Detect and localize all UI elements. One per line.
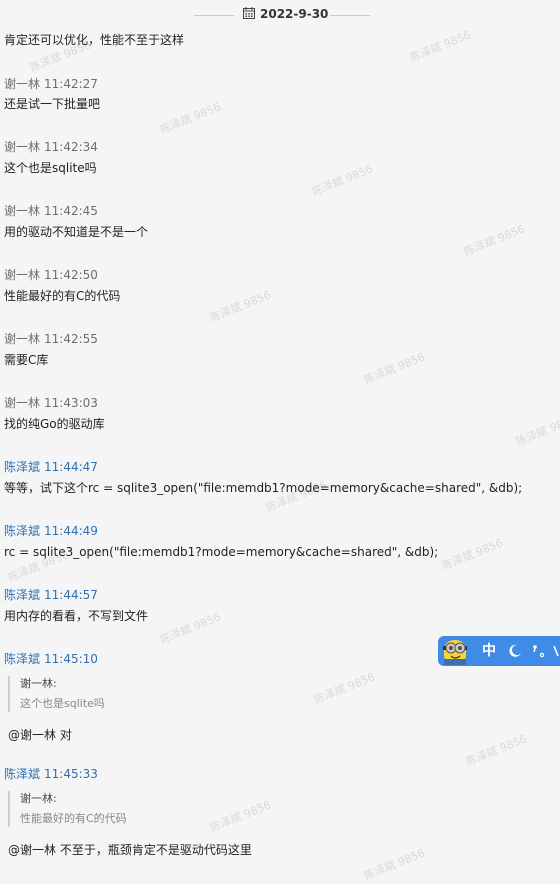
- sender-name[interactable]: 陈泽斌: [4, 767, 40, 781]
- message-time: 11:44:47: [44, 460, 98, 474]
- message-header: 陈泽斌 11:45:33: [4, 766, 98, 782]
- quoted-message[interactable]: 谢一林: 这个也是sqlite吗: [8, 676, 320, 712]
- sender-name[interactable]: 谢一林: [4, 204, 40, 218]
- punctuation-icon[interactable]: [532, 644, 546, 658]
- quote-author: 谢一林:: [20, 677, 57, 690]
- message-header: 陈泽斌 11:44:47: [4, 459, 98, 475]
- message-text: rc = sqlite3_open("file:memdb1?mode=memo…: [4, 545, 439, 559]
- date-label: 2022-9-30: [260, 7, 329, 21]
- divider-line: [330, 15, 370, 16]
- watermark: 陈泽斌 9856: [464, 732, 529, 769]
- message-header: 谢一林 11:42:55: [4, 331, 98, 347]
- message-header: 陈泽斌 11:45:10: [4, 651, 98, 667]
- sender-name[interactable]: 陈泽斌: [4, 652, 40, 666]
- message-time: 11:42:45: [44, 204, 98, 218]
- sender-name[interactable]: 谢一林: [4, 332, 40, 346]
- message-header: 谢一林 11:43:03: [4, 395, 98, 411]
- watermark: 陈泽斌 9856: [462, 222, 527, 259]
- message-text: 用的驱动不知道是不是一个: [4, 225, 149, 239]
- sender-name[interactable]: 陈泽斌: [4, 588, 40, 602]
- watermark: 陈泽斌 9856: [158, 610, 223, 647]
- message-time: 11:42:27: [44, 77, 98, 91]
- sender-name[interactable]: 谢一林: [4, 268, 40, 282]
- message-header: 陈泽斌 11:44:57: [4, 587, 98, 603]
- message-text: 等等，试下这个rc = sqlite3_open("file:memdb1?mo…: [4, 481, 523, 495]
- message-header: 谢一林 11:42:45: [4, 203, 98, 219]
- sender-name[interactable]: 谢一林: [4, 77, 40, 91]
- sender-name[interactable]: 谢一林: [4, 140, 40, 154]
- ime-mode-chinese[interactable]: 中: [482, 642, 496, 660]
- quote-author: 谢一林:: [20, 792, 57, 805]
- watermark: 陈泽斌 9856: [208, 288, 273, 325]
- divider-line: [194, 15, 234, 16]
- quote-text: 这个也是sqlite吗: [20, 697, 105, 710]
- message-time: 11:42:50: [44, 268, 98, 282]
- watermark: 陈泽斌 9856: [310, 162, 375, 199]
- sender-name[interactable]: 陈泽斌: [4, 524, 40, 538]
- message-time: 11:42:34: [44, 140, 98, 154]
- message-text: 找的纯Go的驱动库: [4, 417, 105, 431]
- message-time: 11:44:57: [44, 588, 98, 602]
- message-time: 11:43:03: [44, 396, 98, 410]
- message-text: @谢一林 对: [8, 728, 72, 742]
- message-text: 用内存的看看，不写到文件: [4, 609, 149, 623]
- watermark: 陈泽斌 9856: [158, 100, 223, 137]
- message-header: 谢一林 11:42:27: [4, 76, 98, 92]
- watermark: 陈泽斌 9856: [362, 350, 427, 387]
- more-icon[interactable]: [552, 644, 560, 658]
- message-text: 性能最好的有C的代码: [4, 289, 121, 303]
- watermark: 陈泽斌 9856: [362, 846, 427, 883]
- sender-name[interactable]: 陈泽斌: [4, 460, 40, 474]
- ime-toolbar[interactable]: 中: [438, 636, 560, 666]
- message-text: 还是试一下批量吧: [4, 97, 101, 111]
- message-time: 11:42:55: [44, 332, 98, 346]
- message-header: 谢一林 11:42:50: [4, 267, 98, 283]
- date-divider: 2022-9-30: [0, 6, 560, 24]
- watermark: 陈泽斌 9856: [408, 28, 473, 65]
- message-text: 肯定还可以优化，性能不至于这样: [4, 33, 185, 47]
- message-text: 这个也是sqlite吗: [4, 161, 97, 175]
- sender-name[interactable]: 谢一林: [4, 396, 40, 410]
- message-time: 11:45:10: [44, 652, 98, 666]
- moon-icon[interactable]: [508, 644, 522, 658]
- watermark: 陈泽斌 9856: [440, 536, 505, 573]
- watermark: 陈泽斌 9856: [514, 412, 560, 449]
- watermark: 陈泽斌 9856: [312, 670, 377, 707]
- message-header: 谢一林 11:42:34: [4, 139, 98, 155]
- message-text: @谢一林 不至于，瓶颈肯定不是驱动代码这里: [8, 843, 252, 857]
- quoted-message[interactable]: 谢一林: 性能最好的有C的代码: [8, 791, 320, 827]
- minion-mascot-icon[interactable]: [440, 637, 470, 665]
- message-time: 11:45:33: [44, 767, 98, 781]
- quote-text: 性能最好的有C的代码: [20, 812, 127, 825]
- message-header: 陈泽斌 11:44:49: [4, 523, 98, 539]
- calendar-icon: [243, 7, 255, 19]
- message-text: 需要C库: [4, 353, 49, 367]
- message-time: 11:44:49: [44, 524, 98, 538]
